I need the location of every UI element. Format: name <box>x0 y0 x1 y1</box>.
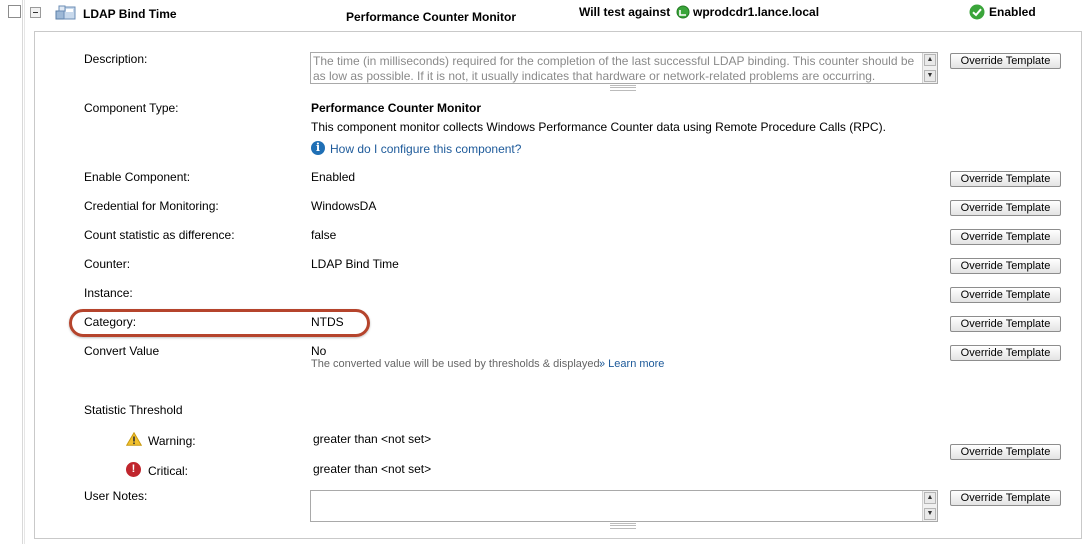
scroll-up-icon[interactable]: ▲ <box>924 54 936 66</box>
user-notes-scrollbar[interactable]: ▲ ▼ <box>922 491 937 521</box>
component-monitor-icon <box>55 5 76 20</box>
convert-value-value: No <box>311 344 327 358</box>
collapse-toggle-button[interactable] <box>30 7 41 18</box>
enable-component-label: Enable Component: <box>84 170 191 184</box>
status-label: Enabled <box>989 5 1036 19</box>
critical-label: Critical: <box>148 464 189 478</box>
override-template-button[interactable]: Override Template <box>950 229 1061 245</box>
override-template-button[interactable]: Override Template <box>950 53 1061 69</box>
override-template-button[interactable]: Override Template <box>950 316 1061 332</box>
scroll-up-icon[interactable]: ▲ <box>924 492 936 504</box>
critical-value: greater than <not set> <box>313 462 432 476</box>
scroll-down-icon[interactable]: ▼ <box>924 508 936 520</box>
statistic-threshold-label: Statistic Threshold <box>84 403 183 417</box>
description-label: Description: <box>84 52 148 66</box>
row-select-checkbox[interactable] <box>8 5 21 18</box>
scroll-down-icon[interactable]: ▼ <box>924 70 936 82</box>
learn-more-link[interactable]: » Learn more <box>599 358 664 370</box>
description-textarea[interactable]: The time (in milliseconds) required for … <box>310 52 938 84</box>
counter-value: LDAP Bind Time <box>311 257 399 271</box>
counter-label: Counter: <box>84 257 131 271</box>
component-name: LDAP Bind Time <box>83 7 177 21</box>
resize-grip-icon[interactable] <box>610 523 636 529</box>
override-template-button[interactable]: Override Template <box>950 200 1061 216</box>
component-type-description: This component monitor collects Windows … <box>311 120 886 134</box>
warning-value: greater than <not set> <box>313 432 432 446</box>
user-notes-textarea[interactable]: ▲ ▼ <box>310 490 938 522</box>
override-template-button[interactable]: Override Template <box>950 171 1061 187</box>
resize-grip-icon[interactable] <box>610 85 636 91</box>
category-label: Category: <box>84 315 137 329</box>
warning-label: Warning: <box>148 434 196 448</box>
node-status-icon <box>676 5 690 19</box>
description-scrollbar[interactable]: ▲ ▼ <box>922 53 937 83</box>
description-text: The time (in milliseconds) required for … <box>313 54 915 83</box>
instance-label: Instance: <box>84 286 133 300</box>
override-template-button[interactable]: Override Template <box>950 287 1061 303</box>
will-test-label: Will test against <box>579 5 671 19</box>
component-type-header: Performance Counter Monitor <box>346 10 517 24</box>
credential-label: Credential for Monitoring: <box>84 199 219 213</box>
row-divider <box>22 0 23 544</box>
help-link[interactable]: How do I configure this component? <box>330 142 521 156</box>
count-difference-label: Count statistic as difference: <box>84 228 235 242</box>
credential-value: WindowsDA <box>311 199 377 213</box>
component-type-title: Performance Counter Monitor <box>311 101 482 115</box>
override-template-button[interactable]: Override Template <box>950 444 1061 460</box>
convert-value-note: The converted value will be used by thre… <box>311 358 603 370</box>
info-icon: i <box>311 141 325 155</box>
override-template-button[interactable]: Override Template <box>950 490 1061 506</box>
override-template-button[interactable]: Override Template <box>950 258 1061 274</box>
user-notes-label: User Notes: <box>84 489 148 503</box>
warning-icon <box>126 432 142 446</box>
critical-icon: ! <box>126 462 141 477</box>
test-node-name: wprodcdr1.lance.local <box>693 5 820 19</box>
row-divider <box>24 0 25 544</box>
count-difference-value: false <box>311 228 337 242</box>
convert-value-label: Convert Value <box>84 344 160 358</box>
enable-component-value: Enabled <box>311 170 356 184</box>
component-settings-panel <box>34 31 1082 539</box>
component-type-label: Component Type: <box>84 101 179 115</box>
category-value: NTDS <box>311 315 344 329</box>
enabled-check-icon <box>969 4 985 20</box>
override-template-button[interactable]: Override Template <box>950 345 1061 361</box>
